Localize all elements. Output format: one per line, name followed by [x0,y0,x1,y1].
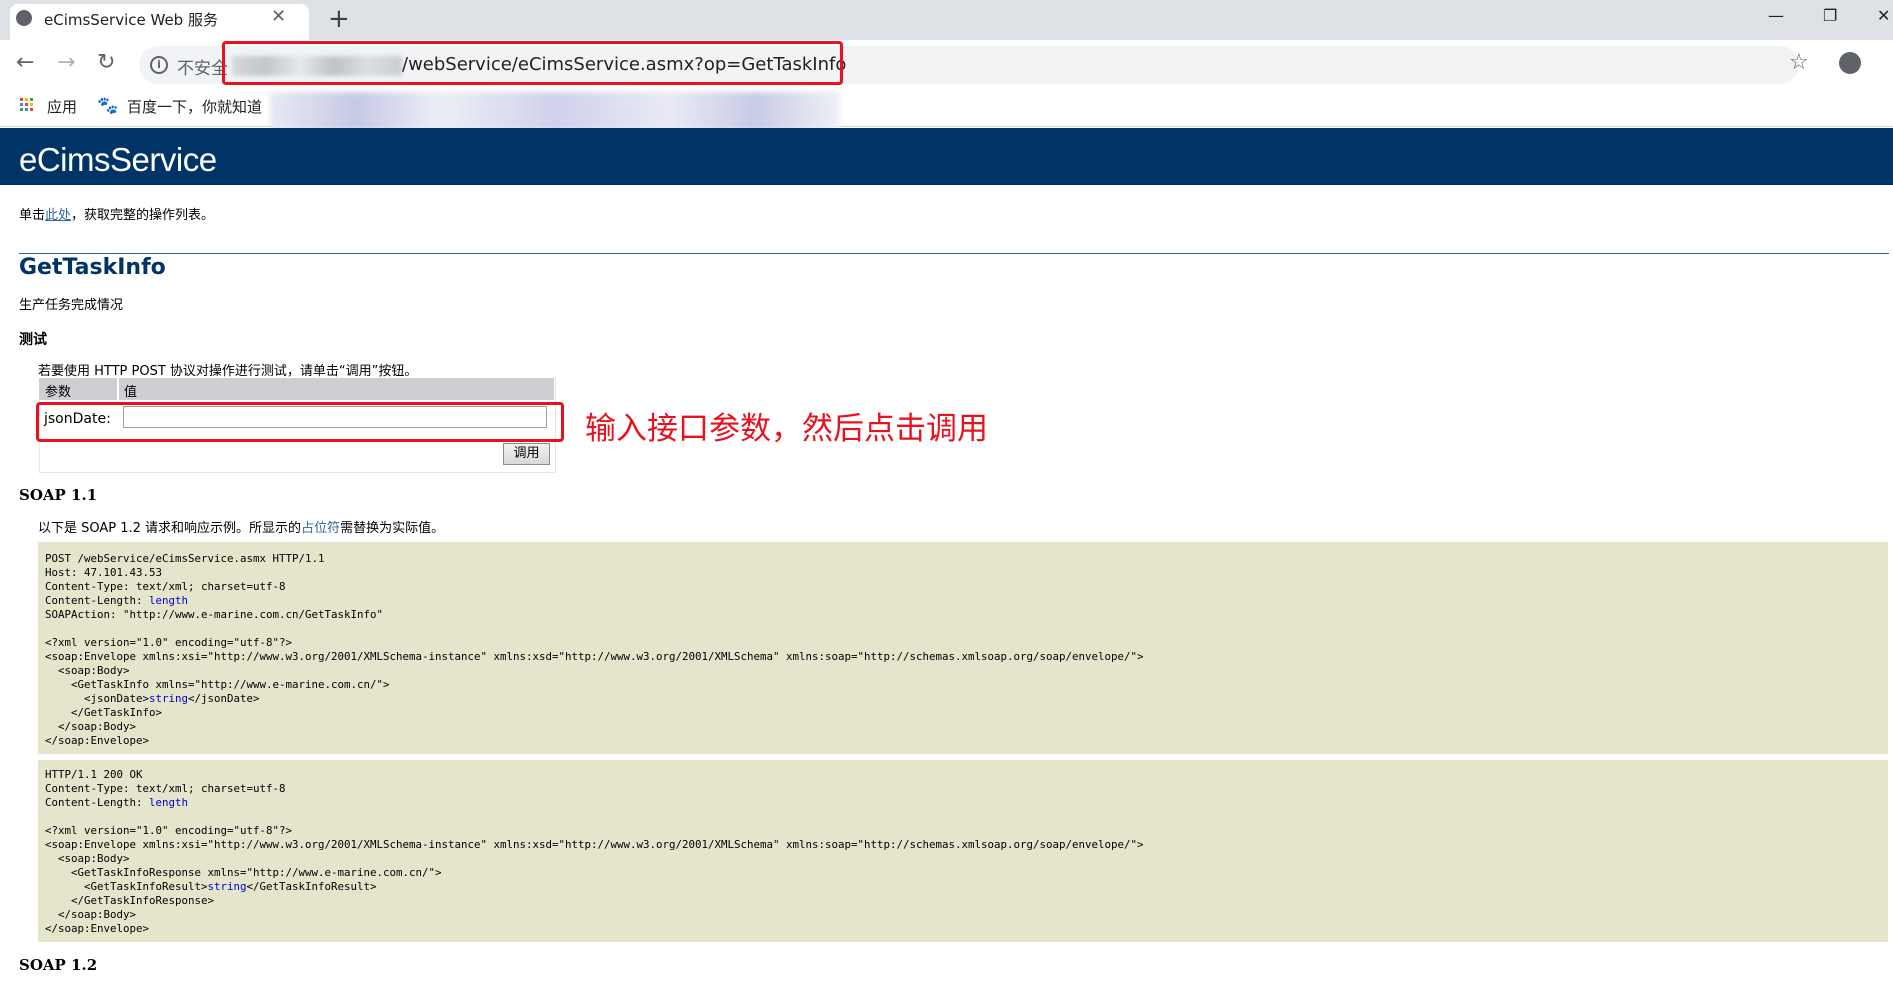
code-line: <?xml version="1.0" encoding="utf-8"?> [45,824,292,837]
close-window-button[interactable]: ✕ [1877,6,1890,25]
annotation-text: 输入接口参数，然后点击调用 [585,411,988,447]
response-sample-code: HTTP/1.1 200 OK Content-Type: text/xml; … [45,768,1144,936]
soap12-heading: SOAP 1.2 [19,956,98,974]
soap11-heading: SOAP 1.1 [19,486,98,504]
code-line: <soap:Body> [45,852,130,865]
code-line: HTTP/1.1 200 OK [45,768,143,781]
code-line: Content-Type: text/xml; charset=utf-8 [45,580,286,593]
code-text: <jsonDate> [45,692,150,705]
column-header-param: 参数 [45,385,72,400]
reload-button[interactable]: ↻ [97,50,115,75]
invoke-button[interactable]: 调用 [503,443,550,465]
url-highlight-box [222,41,843,85]
operation-title: GetTaskInfo [19,255,166,280]
info-icon[interactable]: i [150,56,168,74]
new-tab-button[interactable]: + [328,4,350,34]
intro-prefix: 单击 [19,208,46,223]
code-text: <soap:Envelope xmlns:xsi="http://www.w3.… [45,650,1144,663]
intro-suffix: ，获取完整的操作列表。 [71,208,215,223]
code-text: <GetTaskInfoResult> [45,880,208,893]
code-text: <GetTaskInfoResponse xmlns="http://www.e… [45,866,442,879]
code-line: <?xml version="1.0" encoding="utf-8"?> [45,636,292,649]
code-line: Content-Length: length [45,594,188,607]
code-line: <jsonDate>string</jsonDate> [45,692,260,705]
code-text: </soap:Envelope> [45,734,150,747]
placeholder-value: string [207,880,247,893]
code-line: <GetTaskInfoResult>string</GetTaskInfoRe… [45,880,377,893]
security-label: 不安全 [177,59,228,79]
divider [19,253,1889,254]
code-text: Content-Length: [45,796,150,809]
code-line: </soap:Envelope> [45,922,149,935]
test-heading: 测试 [19,332,47,348]
bookmark-star-icon[interactable]: ☆ [1789,50,1809,75]
page-title: eCimsService [19,141,217,178]
code-line: POST /webService/eCimsService.asmx HTTP/… [45,552,325,565]
code-text: Content-Type: text/xml; charset=utf-8 [45,580,286,593]
code-text: <soap:Body> [45,852,130,865]
code-text: Content-Type: text/xml; charset=utf-8 [45,782,286,795]
forward-button[interactable]: → [57,50,75,75]
code-line: Host: 47.101.43.53 [45,566,162,579]
code-line: <GetTaskInfoResponse xmlns="http://www.e… [45,866,442,879]
input-highlight-box [36,402,564,442]
baidu-paw-icon: 🐾 [97,96,119,116]
soap11-description: 以下是 SOAP 1.2 请求和响应示例。所显示的占位符需替换为实际值。 [38,517,444,536]
code-line: <soap:Envelope xmlns:xsi="http://www.w3.… [45,838,1144,851]
tab-title: eCimsService Web 服务 [44,11,218,29]
soap11-desc-suffix: 需替换为实际值。 [340,521,445,536]
code-text: </GetTaskInfoResponse> [45,894,215,907]
back-button[interactable]: ← [16,50,34,75]
apps-grid-icon[interactable] [20,98,35,113]
profile-avatar[interactable] [1839,52,1861,74]
operation-list-link[interactable]: 此处 [45,208,71,223]
column-header-value: 值 [124,385,138,400]
code-line: Content-Length: length [45,796,188,809]
code-text: </soap:Envelope> [45,922,150,935]
code-line: <soap:Envelope xmlns:xsi="http://www.w3.… [45,650,1144,663]
redacted-bookmarks [270,92,840,130]
restore-button[interactable]: ❐ [1823,6,1837,25]
code-text: HTTP/1.1 200 OK [45,768,143,781]
intro-text: 单击此处，获取完整的操作列表。 [19,204,214,223]
code-text: </jsonDate> [188,692,260,705]
code-text: <?xml version="1.0" encoding="utf-8"?> [45,824,293,837]
code-line: </GetTaskInfo> [45,706,162,719]
code-line: </soap:Envelope> [45,734,149,747]
soap11-desc-prefix: 以下是 SOAP 1.2 请求和响应示例。所显示的 [38,521,302,536]
test-instruction: 若要使用 HTTP POST 协议对操作进行测试，请单击“调用”按钮。 [38,364,418,379]
placeholder-value: length [149,594,189,607]
code-text: </soap:Body> [45,720,137,733]
bookmark-baidu[interactable]: 百度一下，你就知道 [127,96,262,117]
code-text: <?xml version="1.0" encoding="utf-8"?> [45,636,293,649]
code-line: </GetTaskInfoResponse> [45,894,214,907]
placeholder-term: 占位符 [301,521,341,536]
close-tab-icon[interactable]: ✕ [271,6,286,27]
code-text: SOAPAction: "http://www.e-marine.com.cn/… [45,608,384,621]
placeholder-value: string [149,692,189,705]
globe-icon [16,10,32,26]
code-text: <soap:Body> [45,664,130,677]
request-sample-code: POST /webService/eCimsService.asmx HTTP/… [45,552,1144,748]
header-separator [117,378,119,400]
code-text: <GetTaskInfo xmlns="http://www.e-marine.… [45,678,390,691]
code-text: <soap:Envelope xmlns:xsi="http://www.w3.… [45,838,1144,851]
minimize-button[interactable]: — [1768,6,1784,25]
code-line: </soap:Body> [45,908,136,921]
code-line: <soap:Body> [45,664,130,677]
page-header [0,128,1893,185]
code-text: Content-Length: [45,594,150,607]
code-text: POST /webService/eCimsService.asmx HTTP/… [45,552,325,565]
code-text: Host: 47.101.43.53 [45,566,163,579]
code-line: <GetTaskInfo xmlns="http://www.e-marine.… [45,678,390,691]
code-line: Content-Type: text/xml; charset=utf-8 [45,782,286,795]
code-line: </soap:Body> [45,720,136,733]
bookmark-apps[interactable]: 应用 [47,96,77,117]
code-line: SOAPAction: "http://www.e-marine.com.cn/… [45,608,383,621]
code-text: </GetTaskInfo> [45,706,163,719]
operation-description: 生产任务完成情况 [19,298,124,313]
code-text: </soap:Body> [45,908,137,921]
placeholder-value: length [149,796,189,809]
code-text: </GetTaskInfoResult> [246,880,377,893]
